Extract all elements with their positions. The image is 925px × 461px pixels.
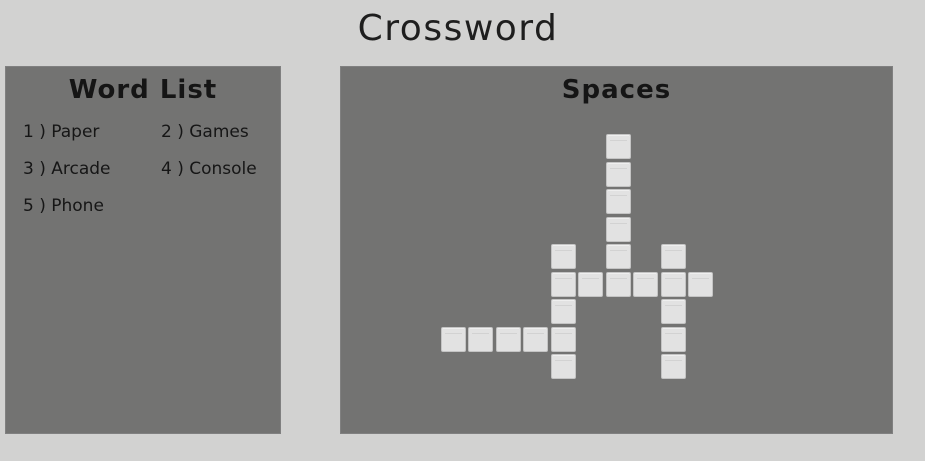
crossword-cell[interactable] xyxy=(606,217,631,242)
crossword-cell[interactable] xyxy=(441,327,466,352)
spaces-title: Spaces xyxy=(561,75,672,105)
crossword-cell[interactable] xyxy=(551,299,576,324)
page-title: Crossword xyxy=(357,8,559,49)
crossword-cell[interactable] xyxy=(551,354,576,379)
crossword-cell[interactable] xyxy=(551,272,576,297)
crossword-cell[interactable] xyxy=(606,162,631,187)
crossword-cell[interactable] xyxy=(606,244,631,269)
spaces-panel: Spaces xyxy=(340,66,893,434)
crossword-cell[interactable] xyxy=(661,327,686,352)
crossword-cell[interactable] xyxy=(551,244,576,269)
word-list-panel: Word List 1 ) Paper 2 ) Games 3 ) Arcade… xyxy=(5,66,281,434)
word-list-title: Word List xyxy=(68,75,218,105)
crossword-cell[interactable] xyxy=(661,244,686,269)
crossword-cell[interactable] xyxy=(633,272,658,297)
crossword-cell[interactable] xyxy=(661,272,686,297)
word-item: 3 ) Arcade xyxy=(23,159,111,179)
crossword-cell[interactable] xyxy=(468,327,493,352)
crossword-cell[interactable] xyxy=(606,134,631,159)
crossword-cell[interactable] xyxy=(496,327,521,352)
crossword-cell[interactable] xyxy=(578,272,603,297)
crossword-cell[interactable] xyxy=(606,189,631,214)
word-item: 5 ) Phone xyxy=(23,196,104,216)
word-item: 1 ) Paper xyxy=(23,122,100,142)
crossword-cell[interactable] xyxy=(661,354,686,379)
crossword-cell[interactable] xyxy=(606,272,631,297)
word-item: 4 ) Console xyxy=(161,159,257,179)
crossword-cell[interactable] xyxy=(661,299,686,324)
word-item: 2 ) Games xyxy=(161,122,249,142)
crossword-cell[interactable] xyxy=(551,327,576,352)
crossword-cell[interactable] xyxy=(523,327,548,352)
crossword-cell[interactable] xyxy=(688,272,713,297)
